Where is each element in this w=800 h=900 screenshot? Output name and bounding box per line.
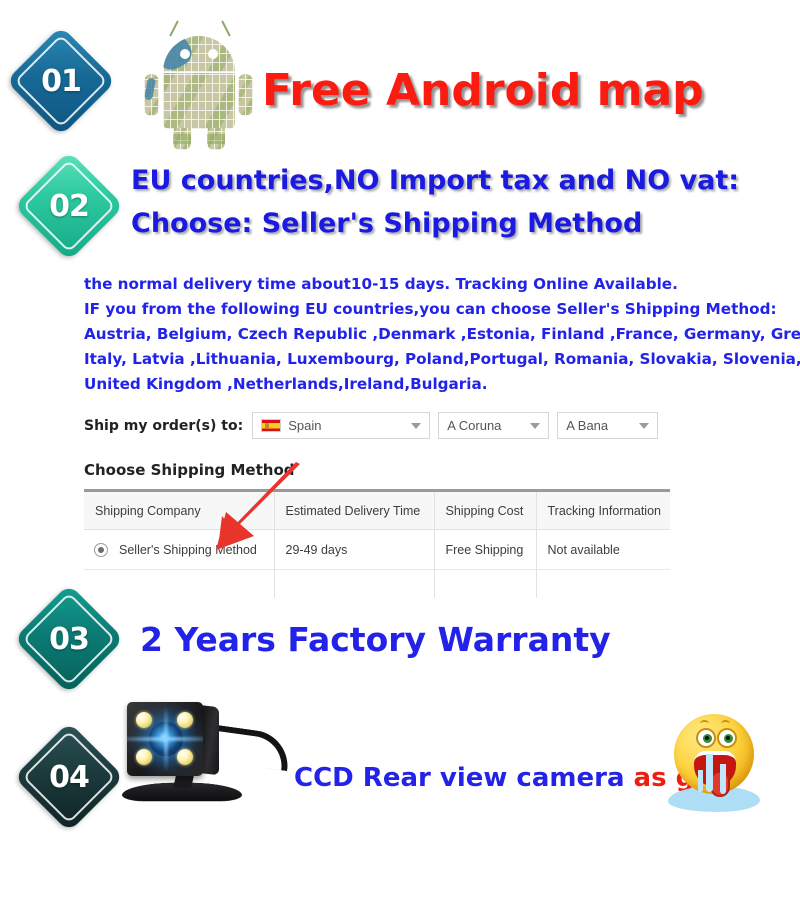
camera-led-top-right — [177, 712, 193, 728]
drool-strand-1 — [706, 754, 713, 792]
province-select-value: A Coruna — [447, 418, 502, 433]
paragraph-line-1: the normal delivery time about10-15 days… — [84, 275, 678, 293]
shipping-cost-value: Free Shipping — [434, 529, 537, 570]
ccd-camera-headline-blue: CCD Rear view camera — [294, 763, 625, 793]
map-water-patch-arm — [144, 77, 156, 101]
android-body — [163, 73, 235, 129]
ship-to-row: Ship my order(s) to: Spain A Coruna A Ba… — [84, 412, 659, 439]
android-eye-right — [208, 49, 218, 59]
android-antenna-left — [169, 20, 179, 37]
badge-01: 01 — [5, 25, 117, 137]
map-park-patch-leg-right — [207, 134, 225, 144]
badge-04-number: 04 — [49, 759, 89, 795]
warranty-headline: 2 Years Factory Warranty — [140, 620, 611, 659]
ccd-camera-headline: CCD Rear view camera as gift — [294, 763, 727, 793]
paragraph-line-2: IF you from the following EU countries,y… — [84, 300, 777, 318]
chevron-down-icon — [530, 422, 541, 429]
red-annotation-arrow-icon — [216, 462, 300, 550]
ship-to-label: Ship my order(s) to: — [84, 417, 244, 434]
android-head — [163, 36, 235, 72]
chevron-down-icon — [639, 422, 650, 429]
shipping-method-radio[interactable] — [94, 542, 108, 557]
camera-led-bottom-left — [136, 749, 152, 765]
column-header-shipping-cost: Shipping Cost — [434, 492, 537, 530]
badge-02: 02 — [13, 150, 125, 262]
android-arm-right — [238, 74, 253, 116]
android-leg-left — [173, 128, 191, 150]
flag-crest — [265, 423, 270, 429]
eu-shipping-paragraph: the normal delivery time about10-15 days… — [84, 272, 800, 397]
chevron-down-icon — [411, 422, 422, 429]
android-eye-left — [180, 49, 190, 59]
table-row-partial — [84, 569, 670, 598]
country-select-value: Spain — [288, 418, 322, 433]
badge-03-number: 03 — [49, 621, 89, 657]
camera-led-top-left — [136, 712, 152, 728]
camera-led-bottom-right — [177, 749, 193, 765]
drool-strand-3 — [698, 770, 703, 792]
emoji-pupil-left — [703, 734, 712, 743]
android-map-robot-icon — [144, 14, 255, 150]
lens-flare-vertical — [164, 706, 168, 772]
choose-sellers-shipping-headline: Choose: Seller's Shipping Method — [131, 208, 643, 239]
city-select-value: A Bana — [566, 418, 609, 433]
table-header-row: Shipping Company Estimated Delivery Time… — [84, 492, 670, 530]
android-arm-left — [144, 74, 159, 116]
spain-flag-icon — [261, 419, 282, 432]
province-select[interactable]: A Coruna — [438, 412, 550, 439]
eu-no-tax-headline: EU countries,NO Import tax and NO vat: — [131, 165, 740, 196]
paragraph-line-3: Austria, Belgium, Czech Republic ,Denmar… — [84, 325, 800, 343]
emoji-eye-left — [696, 728, 716, 748]
free-android-map-headline: Free Android map — [262, 65, 704, 116]
emoji-pupil-right — [724, 734, 733, 743]
camera-cable — [211, 724, 293, 772]
tracking-information-value: Not available — [536, 529, 670, 570]
badge-02-number: 02 — [49, 188, 89, 224]
drooling-emoji-icon — [666, 712, 762, 816]
paragraph-line-5: United Kingdom ,Netherlands,Ireland,Bulg… — [84, 375, 488, 393]
drool-strand-2 — [720, 764, 726, 794]
table-row[interactable]: Seller's Shipping Method 29-49 days Free… — [84, 529, 670, 570]
camera-front-face — [127, 702, 203, 776]
shipping-method-table-wrapper: Shipping Company Estimated Delivery Time… — [84, 489, 670, 598]
paragraph-line-4: Italy, Latvia ,Lithuania, Luxembourg, Po… — [84, 350, 800, 368]
shipping-method-table: Shipping Company Estimated Delivery Time… — [84, 492, 670, 598]
badge-03: 03 — [13, 583, 125, 695]
android-leg-right — [207, 128, 225, 150]
column-header-tracking-information: Tracking Information — [536, 492, 670, 530]
map-park-patch-leg-left — [173, 134, 191, 144]
badge-04: 04 — [13, 721, 125, 833]
emoji-face — [674, 714, 754, 797]
emoji-brow-left — [700, 720, 709, 727]
badge-01-number: 01 — [41, 63, 81, 99]
android-antenna-right — [221, 20, 231, 37]
emoji-eye-right — [717, 728, 737, 748]
emoji-brow-right — [721, 720, 730, 727]
country-select[interactable]: Spain — [252, 412, 431, 439]
city-select[interactable]: A Bana — [557, 412, 659, 439]
